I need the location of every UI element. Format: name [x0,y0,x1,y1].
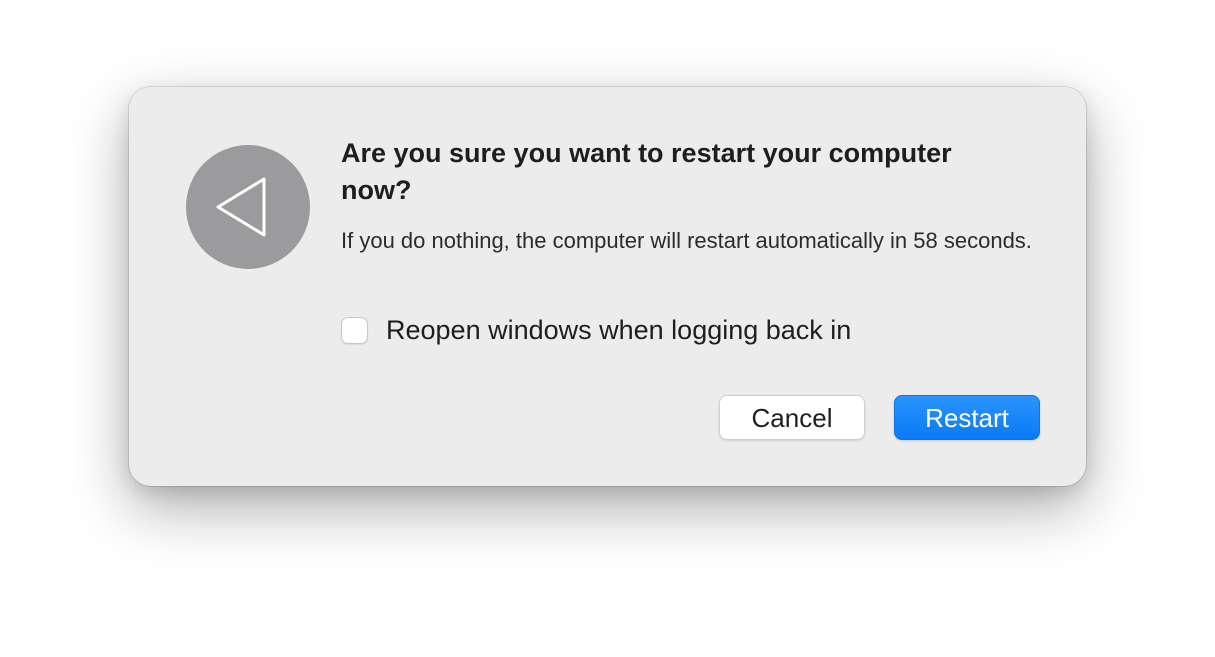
back-triangle-icon [186,145,310,269]
dialog-message: If you do nothing, the computer will res… [341,228,1032,253]
restart-button[interactable]: Restart [894,395,1040,440]
reopen-windows-option[interactable]: Reopen windows when logging back in [341,312,851,348]
restart-dialog: Are you sure you want to restart your co… [129,87,1086,486]
reopen-windows-label[interactable]: Reopen windows when logging back in [386,312,851,348]
desktop-background: Are you sure you want to restart your co… [0,0,1215,657]
dialog-title: Are you sure you want to restart your co… [341,138,952,205]
reopen-windows-checkbox[interactable] [341,316,368,344]
cancel-button[interactable]: Cancel [719,395,865,440]
